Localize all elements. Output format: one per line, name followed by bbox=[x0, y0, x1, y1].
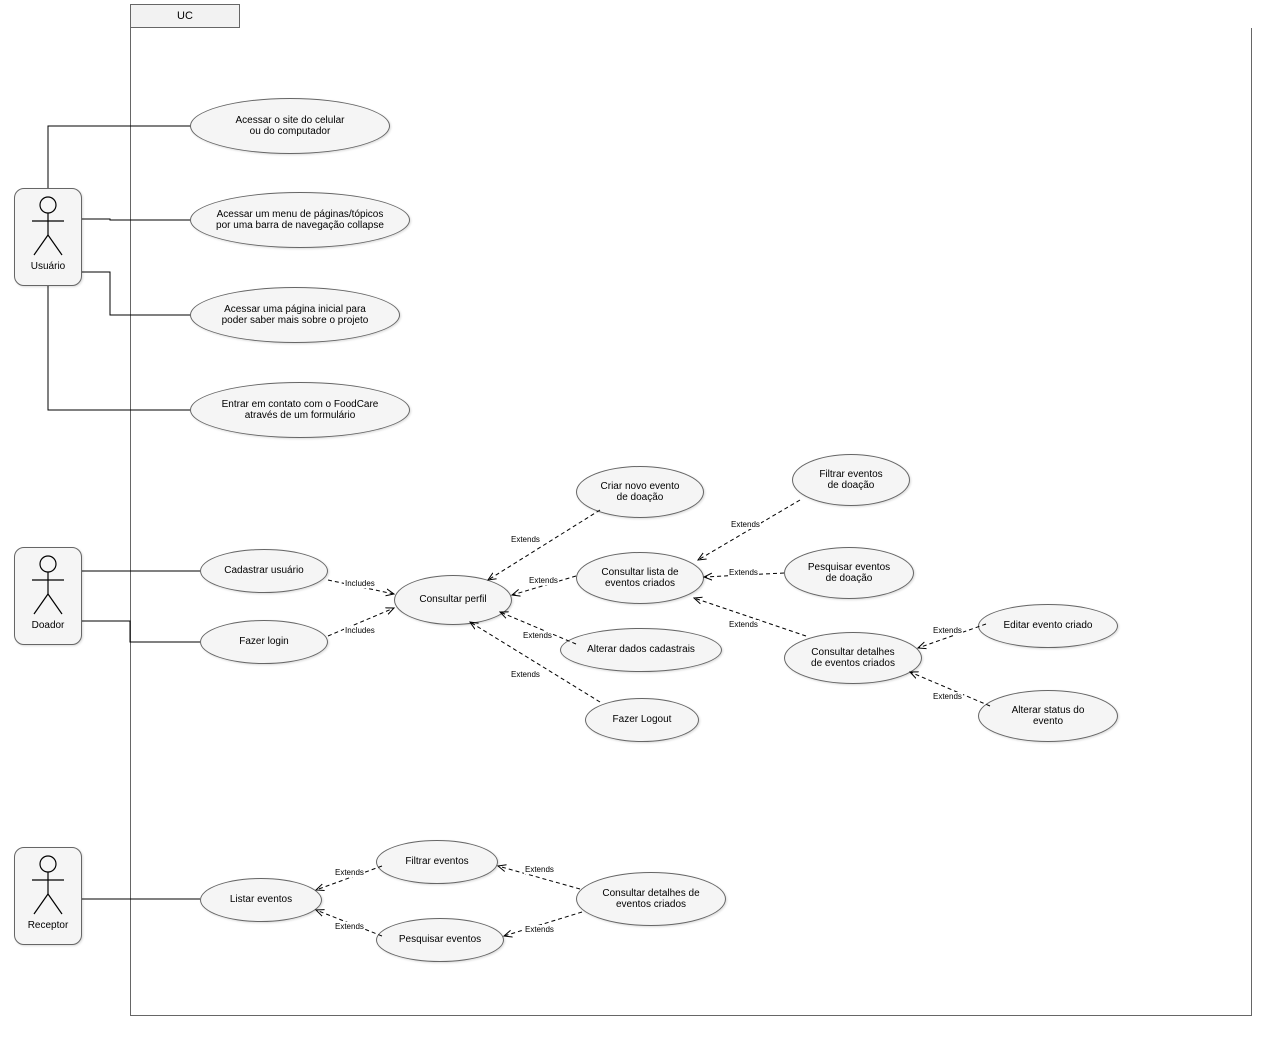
usecase-alterar-status: Alterar status doevento bbox=[978, 690, 1118, 742]
edge-label-ext6: Extends bbox=[728, 568, 759, 577]
actor-label: Receptor bbox=[15, 920, 81, 931]
usecase-alterar-dados: Alterar dados cadastrais bbox=[560, 628, 722, 672]
diagram-canvas: UC Usuário Doador Recep bbox=[0, 0, 1280, 1045]
edge-label-ext1: Extends bbox=[510, 535, 541, 544]
usecase-acessar-site: Acessar o site do celularou do computado… bbox=[190, 98, 390, 154]
edge-label-ext5: Extends bbox=[730, 520, 761, 529]
edge-label-includes1: Includes bbox=[344, 579, 376, 588]
edge-label-ext3: Extends bbox=[522, 631, 553, 640]
actor-icon bbox=[28, 854, 68, 918]
edge-label-extD: Extends bbox=[524, 925, 555, 934]
actor-doador: Doador bbox=[14, 547, 82, 645]
usecase-consultar-perfil: Consultar perfil bbox=[394, 575, 512, 625]
edge-label-ext9: Extends bbox=[932, 692, 963, 701]
edge-label-ext2: Extends bbox=[528, 576, 559, 585]
actor-label: Doador bbox=[15, 620, 81, 631]
usecase-cadastrar-usuario: Cadastrar usuário bbox=[200, 549, 328, 593]
actor-receptor: Receptor bbox=[14, 847, 82, 945]
edge-label-extC: Extends bbox=[524, 865, 555, 874]
usecase-listar-eventos: Listar eventos bbox=[200, 878, 322, 922]
usecase-pesquisar-doacao: Pesquisar eventosde doação bbox=[784, 547, 914, 599]
usecase-pagina-inicial: Acessar uma página inicial parapoder sab… bbox=[190, 287, 400, 343]
edge-label-ext4: Extends bbox=[510, 670, 541, 679]
usecase-filtrar-doacao: Filtrar eventosde doação bbox=[792, 454, 910, 506]
actor-icon bbox=[28, 195, 68, 259]
edge-label-ext8: Extends bbox=[932, 626, 963, 635]
usecase-menu-paginas: Acessar um menu de páginas/tópicospor um… bbox=[190, 192, 410, 248]
usecase-criar-evento: Criar novo eventode doação bbox=[576, 466, 704, 518]
usecase-consultar-detalhes2: Consultar detalhes deeventos criados bbox=[576, 872, 726, 926]
edge-label-extB: Extends bbox=[334, 922, 365, 931]
system-frame bbox=[130, 28, 1252, 1016]
actor-label: Usuário bbox=[15, 261, 81, 272]
usecase-filtrar-eventos: Filtrar eventos bbox=[376, 840, 498, 884]
usecase-fazer-logout: Fazer Logout bbox=[585, 698, 699, 742]
actor-icon bbox=[28, 554, 68, 618]
usecase-consultar-lista: Consultar lista deeventos criados bbox=[576, 552, 704, 604]
frame-tab: UC bbox=[130, 4, 240, 28]
edge-label-includes2: Includes bbox=[344, 626, 376, 635]
edge-label-extA: Extends bbox=[334, 868, 365, 877]
usecase-editar-evento: Editar evento criado bbox=[978, 604, 1118, 648]
frame-title: UC bbox=[177, 10, 193, 22]
usecase-contato-foodcare: Entrar em contato com o FoodCareatravés … bbox=[190, 382, 410, 438]
usecase-fazer-login: Fazer login bbox=[200, 620, 328, 664]
usecase-pesquisar-eventos: Pesquisar eventos bbox=[376, 918, 504, 962]
usecase-consultar-detalhes: Consultar detalhesde eventos criados bbox=[784, 632, 922, 684]
edge-label-ext7: Extends bbox=[728, 620, 759, 629]
actor-usuario: Usuário bbox=[14, 188, 82, 286]
